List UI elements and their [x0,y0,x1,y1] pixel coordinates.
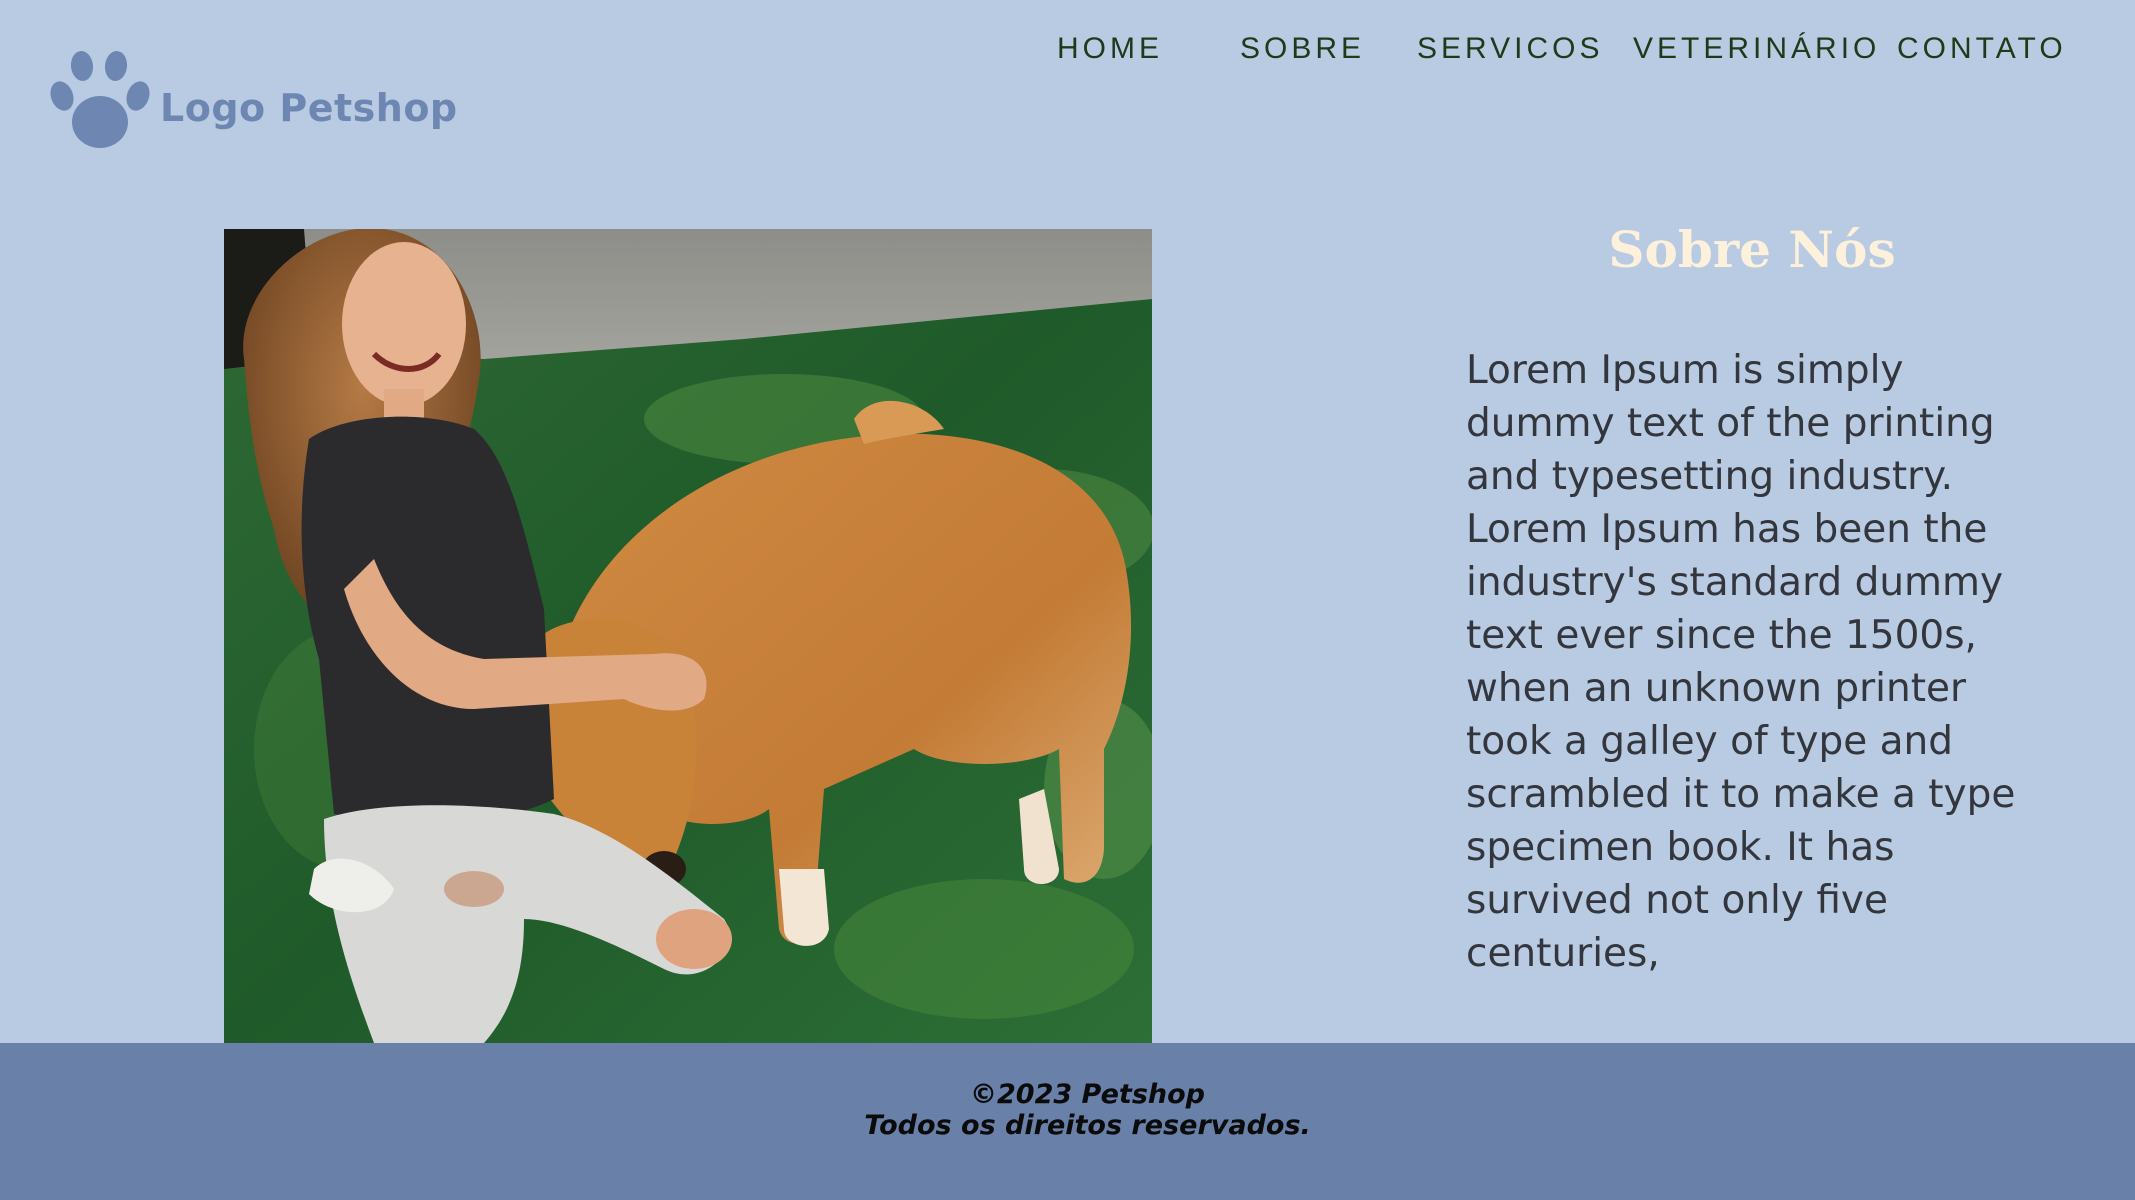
nav-servicos[interactable]: SERVICOS [1417,32,1604,66]
woman-with-dog-image [224,229,1152,1043]
footer-rights: Todos os direitos reservados. [864,1110,1311,1141]
footer-text: ©2023 Petshop Todos os direitos reservad… [0,1079,2135,1141]
nav-veterinario[interactable]: VETERINÁRIO [1633,32,1880,66]
footer: ©2023 Petshop Todos os direitos reservad… [0,1043,2135,1200]
nav-contato[interactable]: CONTATO [1897,32,2067,66]
about-photo [224,229,1152,1043]
nav-sobre[interactable]: SOBRE [1240,32,1365,66]
footer-copyright: ©2023 Petshop [970,1079,1205,1110]
logo-text: Logo Petshop [160,86,458,130]
page: Logo Petshop HOME SOBRE SERVICOS VETERIN… [0,0,2135,1200]
about-title: Sobre Nós [1608,220,1896,279]
nav-home[interactable]: HOME [1057,32,1163,66]
main-nav: HOME SOBRE SERVICOS VETERINÁRIO CONTATO [0,32,2135,72]
about-text: Lorem Ipsum is simply dummy text of the … [1466,348,2016,976]
